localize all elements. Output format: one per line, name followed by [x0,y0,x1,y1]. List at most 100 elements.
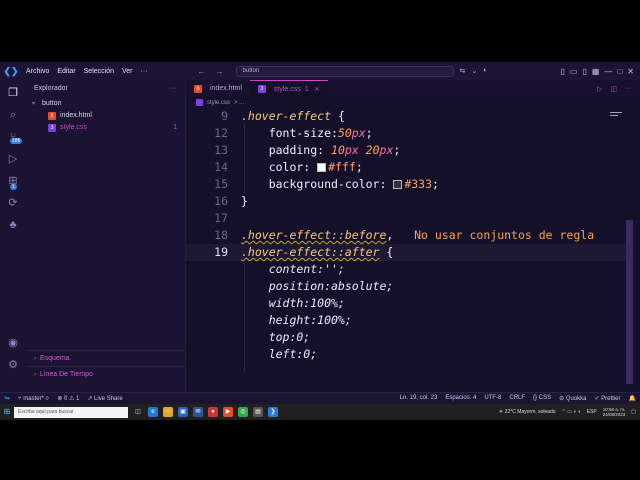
clock[interactable]: 10:56 a. m. 24/08/2023 [603,407,626,417]
vertical-scrollbar[interactable] [626,220,633,384]
notifications-bell-icon[interactable]: 🔔 [625,395,640,402]
close-window-icon[interactable]: ✕ [627,67,634,76]
run-debug-icon[interactable]: ▷ [6,152,20,166]
minimap[interactable] [610,112,622,113]
chrome-icon[interactable]: ◎ [238,407,248,417]
toggle-secondary-sidebar-icon[interactable]: ▯ [582,67,586,76]
code-line[interactable]: width:100%; [186,295,626,312]
code-token: 50 [337,126,352,140]
file-explorer-icon[interactable]: ▭ [163,407,173,417]
code-line[interactable]: 15 background-color: #333; [186,176,626,193]
menu-seleccion[interactable]: Selección [80,68,118,75]
code-line[interactable]: 19 .hover-effect::after { [186,244,626,261]
app-icon[interactable]: ● [208,407,218,417]
quokka-status[interactable]: ⊘ Quokka [555,395,590,402]
more-actions-icon[interactable]: ··· [625,85,632,92]
store-icon[interactable]: ▣ [178,407,188,417]
code-token: #fff [328,160,356,174]
code-text: position:absolute; [241,278,394,295]
account-icon[interactable]: ◉ [6,336,20,350]
code-line[interactable]: 18 .hover-effect::before, No usar conjunt… [186,227,626,244]
mail-icon[interactable]: ✉ [193,407,203,417]
code-line[interactable]: content:''; [186,261,626,278]
remote-indicator-icon[interactable]: ⇋ [0,392,14,405]
cursor-position[interactable]: Ln. 19, col. 23 [396,395,442,402]
maximize-icon[interactable]: □ [617,67,622,76]
layout-icon[interactable]: ▦ [592,67,600,76]
timeline-section[interactable]: › Linea De Tiempo [26,366,186,382]
media-icon[interactable]: ▶ [223,407,233,417]
app-icon[interactable]: ▤ [253,407,263,417]
tray-icons[interactable]: ⌃ ▭ ◖ ◗ [562,409,581,415]
code-line[interactable]: 16} [186,193,626,210]
menu-editar[interactable]: Editar [53,68,79,75]
explorer-more-icon[interactable]: ··· [170,80,185,98]
code-line[interactable]: 14 color: #fff; [186,159,626,176]
language-indicator[interactable]: ESP [587,409,597,415]
problems-status[interactable]: ⊗ 0 ⚠ 1 [53,395,83,402]
toggle-sidebar-icon[interactable]: ▯ [561,67,565,76]
taskbar-search-input[interactable]: Escribe aquí para buscar [14,406,128,418]
folder-button[interactable]: ▾ button [26,98,185,110]
code-line[interactable]: 9 .hover-effect { [186,108,626,125]
language-mode[interactable]: {} CSS [529,395,555,402]
css-file-icon: 3 [48,124,56,132]
breadcrumb-file[interactable]: style.css [207,100,230,106]
file-index-html[interactable]: 5 index.html [26,110,185,122]
edge-icon[interactable]: e [148,407,158,417]
minimize-icon[interactable]: — [604,67,612,76]
close-tab-icon[interactable]: ✕ [315,86,320,93]
toggle-panel-icon[interactable]: ▭ [570,67,578,76]
branch-status[interactable]: ⑂ master* ⟳ [14,396,53,402]
live-share-status[interactable]: ↗ Live Share [83,395,126,402]
tab-index-html[interactable]: 5 index.html [186,80,250,97]
tab-style-css[interactable]: 3 style.css 1 ✕ [249,80,328,97]
copilot-icon[interactable]: ⇆ [460,67,466,75]
live-share-label: Live Share [94,396,123,402]
explorer-icon[interactable]: ❐ [6,86,20,100]
code-line[interactable]: 12 font-size:50px; [186,125,626,142]
chevron-right-icon: › [34,355,36,362]
remote-explorer-icon[interactable]: ⟳ [6,196,20,210]
run-icon[interactable]: ▷ [597,85,602,93]
file-style-css[interactable]: 3 style.css 1 [26,122,185,134]
color-swatch[interactable] [393,180,403,189]
color-swatch[interactable] [317,163,327,172]
code-token: ; [365,126,373,140]
task-view-icon[interactable]: ◫ [133,407,143,417]
code-line[interactable]: 17 [186,210,626,227]
minimap[interactable] [610,115,618,116]
outline-section[interactable]: › Esquema [26,350,186,366]
menu-ver[interactable]: Ver [118,68,137,75]
prettier-status[interactable]: ✓ Prettier [590,395,624,402]
chevron-down-icon[interactable]: ⌄ [471,67,477,75]
file-name: index.html [60,112,92,119]
code-line[interactable]: left:0; [186,346,626,363]
eol-status[interactable]: CRLF [505,395,529,402]
menu-more[interactable]: ··· [137,68,152,75]
explorer-title: Explorador [34,85,68,92]
vscode-taskbar-icon[interactable]: ❯ [268,407,278,417]
notification-center-icon[interactable]: ▢ [631,409,636,415]
python-icon[interactable]: ♣ [6,218,20,232]
accounts-circle-icon[interactable]: ◐ [483,67,487,75]
back-arrow-icon[interactable]: ← [198,67,206,76]
windows-start-icon[interactable]: ⊞ [0,404,14,420]
code-line[interactable]: position:absolute; [186,278,626,295]
menu-archivo[interactable]: Archivo [22,68,53,75]
tab-label: style.css [273,85,301,93]
search-icon[interactable]: ⌕ [6,108,20,122]
code-line[interactable]: height:100%; [186,312,626,329]
code-editor[interactable]: 9 .hover-effect {12 font-size:50px; 13 pad… [186,108,640,384]
indentation-status[interactable]: Espacios: 4 [441,395,480,402]
code-token: background-color: [241,177,394,191]
command-center-search[interactable]: button [235,65,454,77]
split-editor-icon[interactable]: ◫ [610,85,617,93]
encoding-status[interactable]: UTF-8 [480,395,505,402]
forward-arrow-icon[interactable]: → [216,67,224,76]
code-line[interactable]: 13 padding: 10px 20px; [186,142,626,159]
code-text: } [241,193,248,210]
weather-widget[interactable]: ☀ 22°C Mayorm. soleado [499,409,556,415]
code-line[interactable]: top:0; [186,329,626,346]
settings-gear-icon[interactable]: ⚙ [6,358,20,372]
